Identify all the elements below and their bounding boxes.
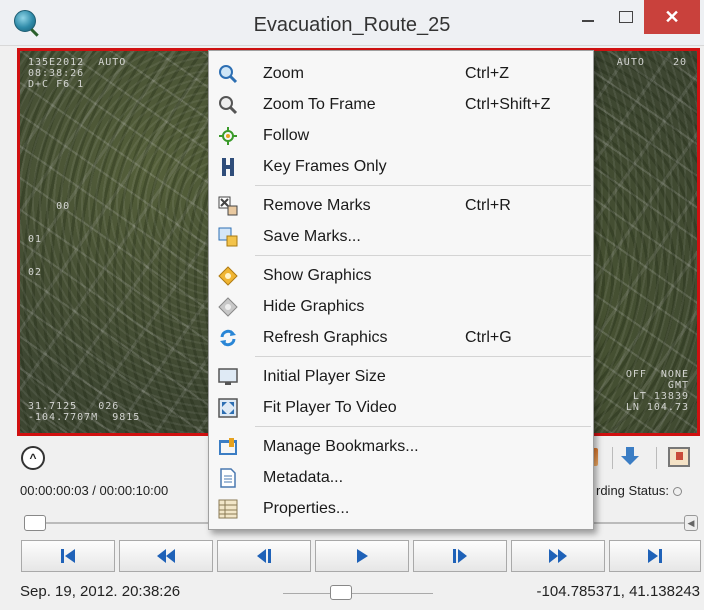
menu-item-fit-player-to-video[interactable]: Fit Player To Video xyxy=(209,392,593,423)
menu-item-shortcut: Ctrl+Shift+Z xyxy=(465,95,551,113)
maximize-button[interactable] xyxy=(610,0,642,34)
menu-item-key-frames-only[interactable]: Key Frames Only xyxy=(209,151,593,182)
fast-forward-button[interactable] xyxy=(511,540,605,572)
menu-item-shortcut: Ctrl+R xyxy=(465,196,511,214)
menu-separator xyxy=(255,185,591,186)
status-date: Sep. 19, 2012. 20:38:26 xyxy=(20,583,181,600)
key-frame-icon xyxy=(222,158,234,176)
menu-item-save-marks[interactable]: Save Marks... xyxy=(209,221,593,252)
menu-item-label: Properties... xyxy=(263,499,350,517)
monitor-icon xyxy=(218,368,238,385)
menu-item-properties[interactable]: Properties... xyxy=(209,493,593,524)
go-to-end-button[interactable] xyxy=(609,540,701,572)
menu-item-manage-bookmarks[interactable]: Manage Bookmarks... xyxy=(209,431,593,462)
properties-icon xyxy=(218,499,238,519)
osd-bottom-left: 31.7125 026 -104.7707M 9815 xyxy=(28,401,141,423)
menu-item-label: Key Frames Only xyxy=(263,157,387,175)
zoom-slider-track[interactable] xyxy=(283,593,433,594)
menu-item-label: Refresh Graphics xyxy=(263,328,388,346)
crosshair-icon xyxy=(219,127,237,145)
zoom-slider-thumb[interactable] xyxy=(330,585,352,600)
step-back-button[interactable] xyxy=(217,540,311,572)
menu-item-label: Initial Player Size xyxy=(263,367,386,385)
menu-item-label: Manage Bookmarks... xyxy=(263,437,419,455)
magnifier-icon xyxy=(219,65,238,84)
minimize-button[interactable] xyxy=(572,0,604,34)
presentation-icon[interactable] xyxy=(668,447,690,467)
osd-top-left: 135E2012 AUTO 08:38:26 D+C F6 1 xyxy=(28,57,127,90)
step-forward-button[interactable] xyxy=(413,540,507,572)
menu-separator xyxy=(255,356,591,357)
menu-item-zoom[interactable]: Zoom Ctrl+Z xyxy=(209,58,593,89)
menu-item-remove-marks[interactable]: Remove Marks Ctrl+R xyxy=(209,190,593,221)
skip-to-end-icon xyxy=(648,549,662,563)
menu-item-initial-player-size[interactable]: Initial Player Size xyxy=(209,361,593,392)
menu-item-label: Fit Player To Video xyxy=(263,398,397,416)
time-display: 00:00:00:03 / 00:00:10:00 xyxy=(20,483,169,498)
magnifier-frame-icon xyxy=(219,96,238,115)
status-coordinates: -104.785371, 41.138243 xyxy=(536,583,700,600)
menu-item-shortcut: Ctrl+Z xyxy=(465,64,509,82)
close-button[interactable]: ✕ xyxy=(644,0,700,34)
menu-item-label: Remove Marks xyxy=(263,196,371,214)
menu-item-hide-graphics[interactable]: Hide Graphics xyxy=(209,291,593,322)
menu-item-follow[interactable]: Follow xyxy=(209,120,593,151)
remove-marks-icon xyxy=(218,196,238,216)
toolbar-separator xyxy=(656,447,657,469)
toolbar-separator xyxy=(612,447,613,469)
collapse-panel-button[interactable]: ^ xyxy=(21,446,45,470)
menu-item-label: Show Graphics xyxy=(263,266,372,284)
document-icon xyxy=(220,468,236,488)
menu-item-shortcut: Ctrl+G xyxy=(465,328,512,346)
step-forward-icon xyxy=(453,549,467,563)
bookmarks-icon xyxy=(219,438,237,455)
seek-end-button[interactable]: ◀ xyxy=(684,515,698,531)
download-icon[interactable] xyxy=(620,447,640,467)
hide-graphics-icon xyxy=(218,297,238,317)
player-toolbar xyxy=(590,444,702,470)
show-graphics-icon xyxy=(218,266,238,286)
menu-separator xyxy=(255,255,591,256)
title-bar: Evacuation_Route_25 ✕ xyxy=(0,0,704,46)
menu-item-label: Zoom xyxy=(263,64,304,82)
go-to-start-button[interactable] xyxy=(21,540,115,572)
recording-indicator-icon xyxy=(673,487,682,497)
menu-item-zoom-to-frame[interactable]: Zoom To Frame Ctrl+Shift+Z xyxy=(209,89,593,120)
fast-rewind-icon xyxy=(157,549,175,563)
menu-item-label: Metadata... xyxy=(263,468,344,486)
menu-separator xyxy=(255,426,591,427)
seek-thumb[interactable] xyxy=(24,515,46,531)
context-menu: Zoom Ctrl+Z Zoom To Frame Ctrl+Shift+Z F… xyxy=(208,50,594,530)
menu-item-label: Follow xyxy=(263,126,310,144)
osd-bottom-right: OFF NONE GMT LT 13839 LN 104.73 xyxy=(625,369,689,413)
transport-controls xyxy=(21,540,701,572)
menu-item-label: Save Marks... xyxy=(263,227,361,245)
step-back-icon xyxy=(257,549,271,563)
save-marks-icon xyxy=(218,227,238,247)
play-button[interactable] xyxy=(315,540,409,572)
fast-rewind-button[interactable] xyxy=(119,540,213,572)
osd-left-marks: 00 01 02 xyxy=(28,201,71,278)
menu-item-metadata[interactable]: Metadata... xyxy=(209,462,593,493)
fast-forward-icon xyxy=(549,549,567,563)
menu-item-label: Zoom To Frame xyxy=(263,95,376,113)
osd-top-right: AUTO 20 xyxy=(616,57,687,68)
skip-to-start-icon xyxy=(61,549,75,563)
play-icon xyxy=(357,549,368,563)
recording-status: rding Status: xyxy=(596,483,682,498)
menu-item-show-graphics[interactable]: Show Graphics xyxy=(209,260,593,291)
refresh-icon xyxy=(220,329,236,347)
fit-screen-icon xyxy=(218,398,238,418)
recording-status-label: rding Status: xyxy=(596,483,669,498)
menu-item-refresh-graphics[interactable]: Refresh Graphics Ctrl+G xyxy=(209,322,593,353)
menu-item-label: Hide Graphics xyxy=(263,297,365,315)
